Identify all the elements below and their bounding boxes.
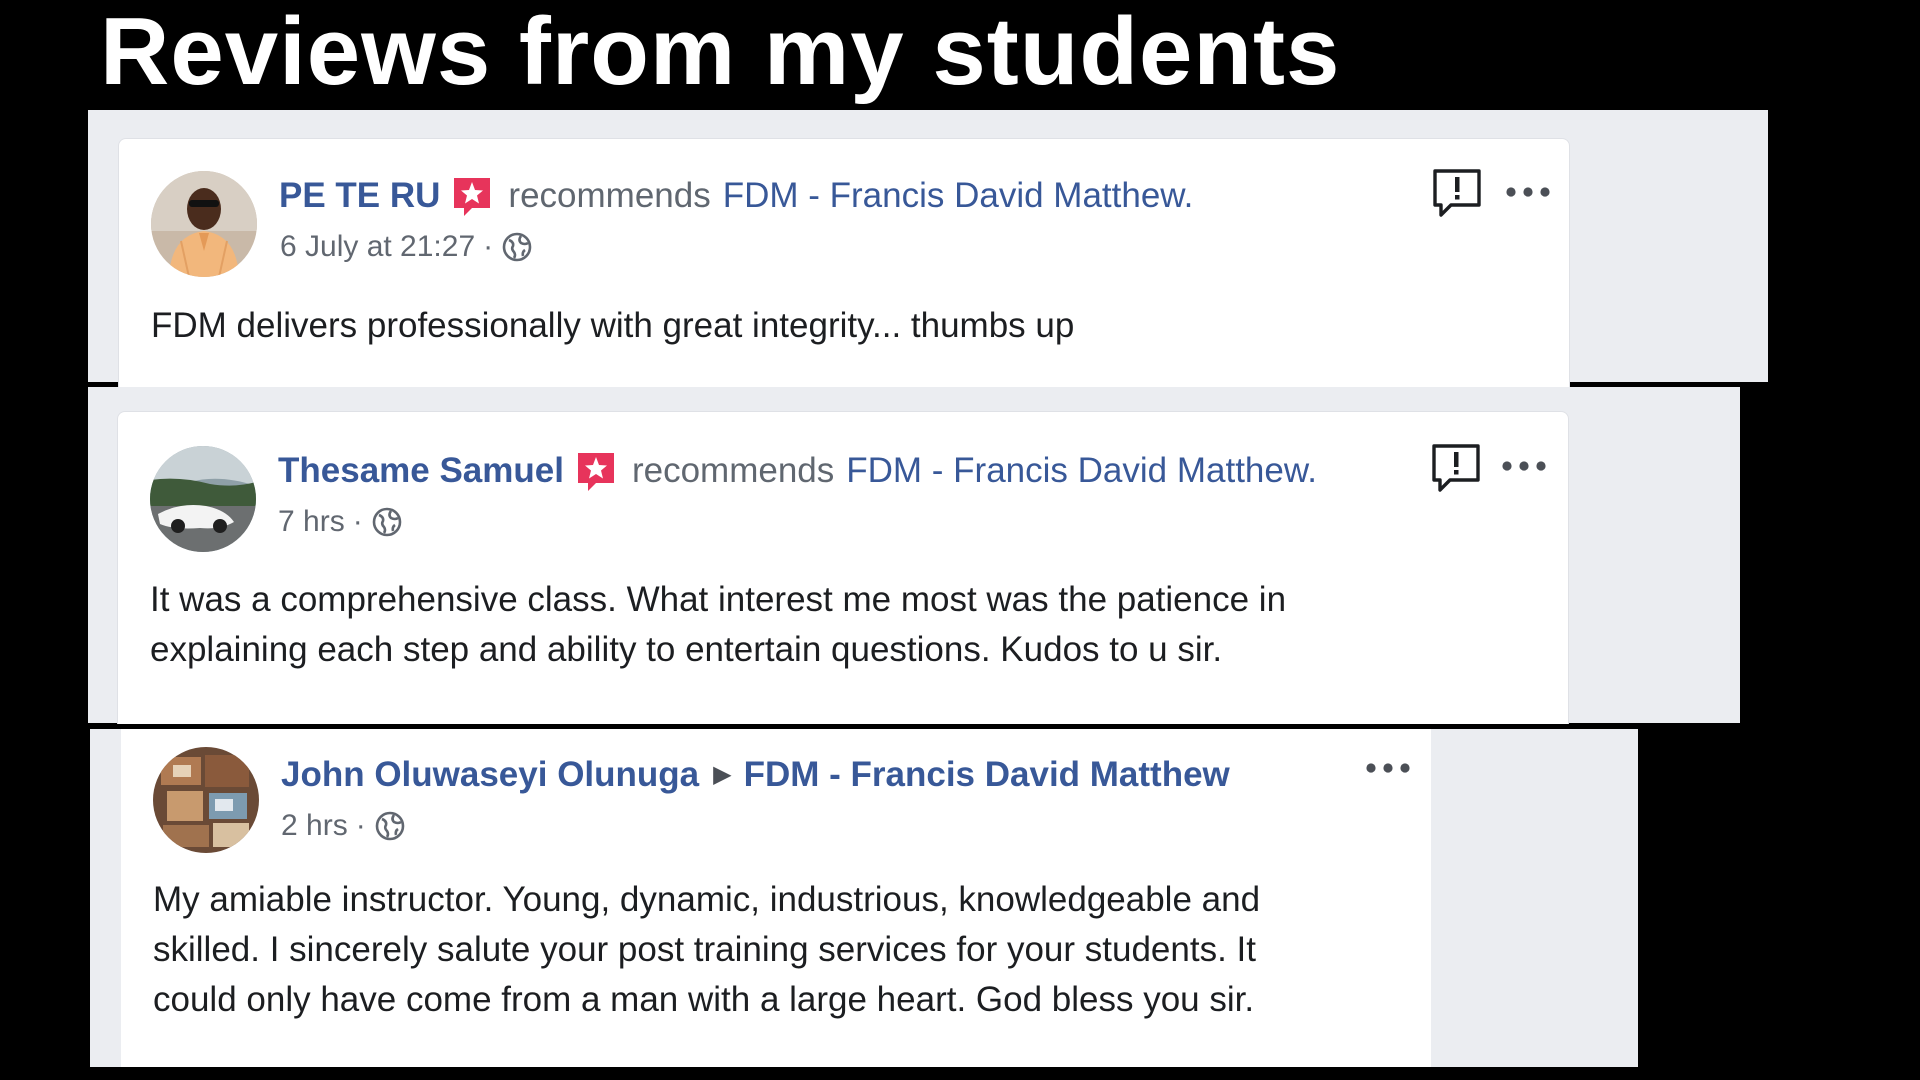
page-name-link[interactable]: FDM - Francis David Matthew. [846,449,1317,493]
author-name-link[interactable]: John Oluwaseyi Olunuga [281,753,699,797]
avatar[interactable] [150,446,256,552]
review-header: Thesame Samuel recommends FDM - Francis … [278,449,1317,493]
recommendation-star-icon [574,449,618,493]
recommends-label: recommends [508,176,711,215]
author-name-link[interactable]: PE TE RU [279,174,440,218]
post-meta: 7 hrs · [278,503,403,541]
review-card-3: John Oluwaseyi Olunuga ▶ FDM - Francis D… [121,729,1431,1067]
report-icon[interactable] [1430,442,1482,494]
more-options-icon[interactable] [1501,459,1547,473]
review-text: It was a comprehensive class. What inter… [150,575,1286,675]
more-options-icon[interactable] [1505,185,1551,199]
author-name-link[interactable]: Thesame Samuel [278,449,564,493]
page-name-link[interactable]: FDM - Francis David Matthew. [723,174,1194,218]
avatar-photo-john-oluwaseyi-olunuga [153,747,259,853]
slide-title: Reviews from my students [100,0,1341,105]
avatar[interactable] [153,747,259,853]
globe-icon[interactable] [371,506,403,538]
review-text-line: could only have come from a man with a l… [153,980,1255,1019]
post-timestamp[interactable]: 7 hrs [278,503,345,541]
slide: Reviews from my students PE TE RU recomm… [0,0,1920,1080]
review-text-line: skilled. I sincerely salute your post tr… [153,930,1256,969]
review-header: John Oluwaseyi Olunuga ▶ FDM - Francis D… [281,753,1230,797]
avatar-photo-pe-te-ru [151,171,257,277]
avatar[interactable] [151,171,257,277]
review-card-1: PE TE RU recommends FDM - Francis David … [118,138,1570,389]
report-icon[interactable] [1431,167,1483,219]
review-text-line: explaining each step and ability to ente… [150,630,1223,669]
more-options-icon[interactable] [1365,761,1411,775]
meta-separator: · [483,230,494,263]
globe-icon[interactable] [374,810,406,842]
review-text: FDM delivers professionally with great i… [151,301,1074,351]
review-text-line: My amiable instructor. Young, dynamic, i… [153,880,1261,919]
avatar-photo-thesame-samuel [150,446,256,552]
post-meta: 2 hrs · [281,807,406,845]
right-triangle-icon: ▶ [713,761,732,788]
review-card-2: Thesame Samuel recommends FDM - Francis … [117,411,1569,724]
page-name-link[interactable]: FDM - Francis David Matthew [744,753,1230,797]
review-header: PE TE RU recommends FDM - Francis David … [279,174,1193,218]
post-timestamp[interactable]: 6 July at 21:27 [280,228,475,266]
recommendation-star-icon [450,174,494,218]
review-text: My amiable instructor. Young, dynamic, i… [153,875,1260,1025]
meta-separator: · [355,809,366,842]
review-text-line: It was a comprehensive class. What inter… [150,580,1287,619]
post-timestamp[interactable]: 2 hrs [281,807,348,845]
review-text-line: FDM delivers professionally with great i… [151,306,1075,345]
recommends-label: recommends [631,451,835,490]
globe-icon[interactable] [501,231,533,263]
post-meta: 6 July at 21:27 · [280,228,533,266]
meta-separator: · [352,505,363,538]
